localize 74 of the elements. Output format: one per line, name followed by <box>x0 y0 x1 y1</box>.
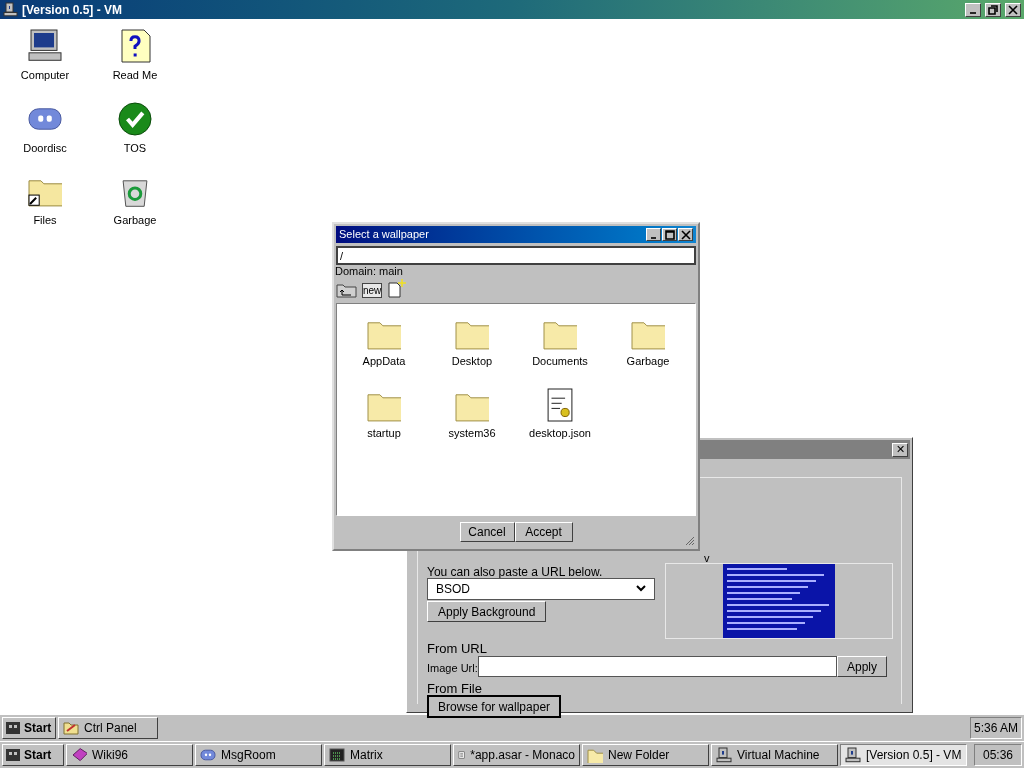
computer-icon <box>28 29 62 63</box>
minimize-button[interactable] <box>965 2 981 17</box>
up-folder-icon <box>336 282 357 298</box>
folder-icon <box>587 747 603 763</box>
computer-icon <box>3 2 18 17</box>
apply-button[interactable]: Apply <box>837 656 887 677</box>
file-item[interactable]: Garbage <box>604 316 692 370</box>
checkmark-icon <box>118 101 152 136</box>
close-button[interactable] <box>1005 2 1021 17</box>
taskbar-button[interactable]: *app.asar - Monaco <box>453 744 580 766</box>
taskbar-button[interactable]: Matrix <box>324 744 451 766</box>
taskbar-button[interactable]: Virtual Machine <box>711 744 838 766</box>
browse-button[interactable]: Browse for wallpaper <box>427 695 562 718</box>
window-title: [Version 0.5] - VM <box>22 1 123 19</box>
up-folder-button[interactable] <box>336 282 357 298</box>
taskbar-button[interactable]: Ctrl Panel <box>58 717 158 739</box>
select-value: BSOD <box>436 581 471 598</box>
close-icon <box>680 229 691 240</box>
controller-icon <box>200 747 216 763</box>
start-button[interactable]: Start <box>2 744 64 766</box>
maximize-button[interactable] <box>662 228 677 241</box>
domain-label: Domain: main <box>335 265 404 277</box>
icon-label[interactable]: TOS <box>123 139 147 156</box>
icon-label[interactable]: Read Me <box>112 67 158 84</box>
accept-button[interactable]: Accept <box>514 521 573 542</box>
taskbar-button[interactable]: MsgRoom <box>195 744 322 766</box>
minimize-icon <box>970 12 976 14</box>
new-file-icon <box>387 278 407 298</box>
minimize-button[interactable] <box>646 228 661 241</box>
field-label: Image Url: <box>427 661 478 676</box>
minimize-icon <box>651 236 656 239</box>
hint-text: You can also paste a URL below. <box>427 564 603 581</box>
preview-label: v <box>704 551 710 566</box>
apply-background-button[interactable]: Apply Background <box>427 601 547 622</box>
file-item[interactable]: startup <box>340 387 428 441</box>
logo-icon <box>5 748 21 762</box>
icon-label[interactable]: Files <box>33 212 57 229</box>
resize-grip-icon <box>685 536 695 546</box>
section-heading: From URL <box>427 640 487 658</box>
wallpaper-select[interactable]: BSOD <box>427 578 655 600</box>
section-heading: From File <box>427 680 482 698</box>
new-file-button[interactable] <box>387 278 407 298</box>
taskbar-button[interactable]: Wiki96 <box>66 744 193 766</box>
terminal-icon <box>329 747 345 763</box>
file-item[interactable]: Desktop <box>428 316 516 370</box>
image-url-field[interactable] <box>478 656 837 677</box>
icon-label[interactable]: Computer <box>20 67 70 84</box>
start-button[interactable]: Start <box>2 717 56 739</box>
maximize-icon <box>664 229 675 240</box>
computer-icon <box>716 747 732 763</box>
question-page-icon <box>118 29 152 63</box>
file-item[interactable]: system36 <box>428 387 516 441</box>
close-button[interactable]: ✕ <box>892 442 908 457</box>
path-field[interactable]: / <box>336 246 696 265</box>
chevron-down-icon <box>636 585 646 593</box>
file-item[interactable]: Documents <box>516 316 604 370</box>
icon-label[interactable]: Garbage <box>113 212 157 229</box>
restore-icon <box>988 4 998 15</box>
taskbar-button[interactable]: [Version 0.5] - VM <box>840 744 967 766</box>
new-folder-button[interactable]: new <box>362 283 382 298</box>
icon-label[interactable]: Doordisc <box>23 139 67 156</box>
clock: 05:36 <box>974 744 1022 766</box>
restore-button[interactable] <box>985 2 1001 17</box>
close-button[interactable] <box>678 228 693 241</box>
taskbar-button[interactable]: New Folder <box>582 744 709 766</box>
file-item[interactable]: desktop.json <box>516 387 604 441</box>
logo-icon <box>5 721 21 735</box>
control-panel-icon <box>63 720 79 736</box>
clock: 5:36 AM <box>970 717 1022 739</box>
computer-icon <box>845 747 861 763</box>
cancel-button[interactable]: Cancel <box>459 521 515 542</box>
close-icon <box>1008 4 1018 15</box>
dialog-title: Select a wallpaper <box>339 227 430 243</box>
file-item[interactable]: AppData <box>340 316 428 370</box>
